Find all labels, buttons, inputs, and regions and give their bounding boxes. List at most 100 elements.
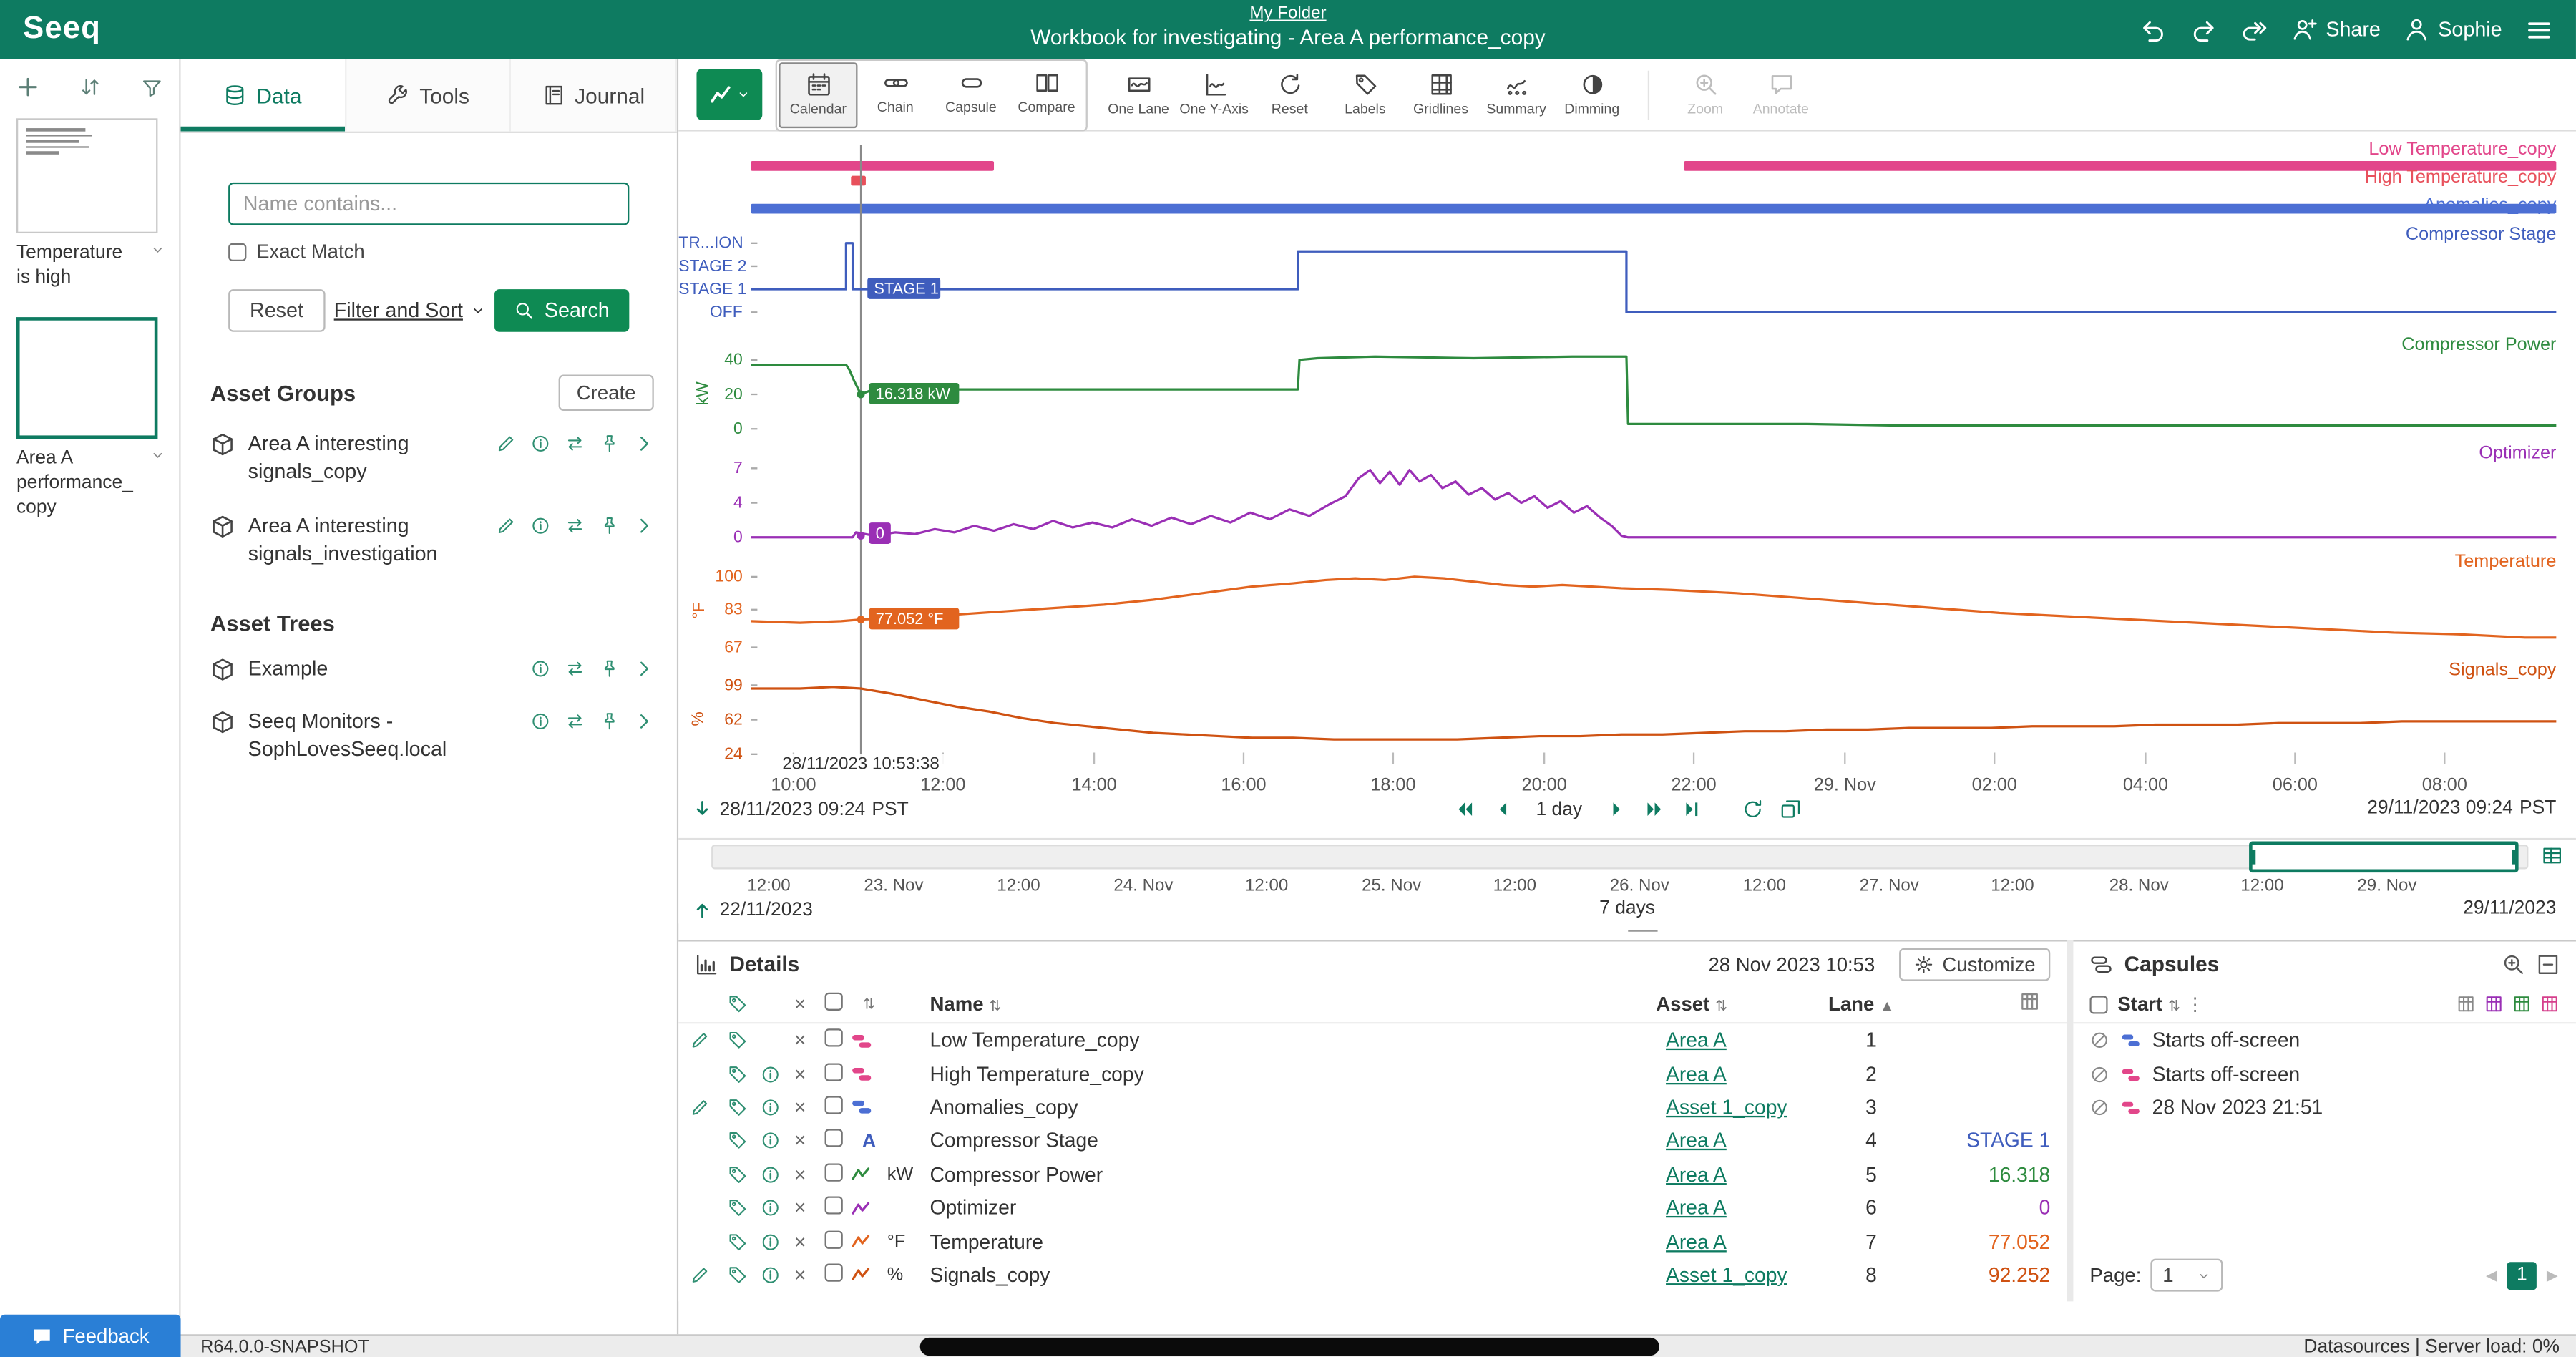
capsule-row[interactable]: Starts off-screen bbox=[2073, 1023, 2576, 1057]
series-label[interactable]: High Temperature_copy bbox=[2365, 167, 2557, 188]
pin-icon[interactable] bbox=[600, 658, 620, 678]
skip-to-start-icon[interactable] bbox=[1454, 799, 1475, 820]
row-checkbox[interactable] bbox=[824, 1096, 841, 1114]
asset-link[interactable]: Area A bbox=[1666, 1129, 1727, 1152]
info-icon[interactable] bbox=[754, 1198, 786, 1218]
info-icon[interactable] bbox=[754, 1265, 786, 1285]
trend-chart[interactable]: STAGE 116.318 kW077.052 °F Low Temperatu… bbox=[678, 132, 2576, 924]
asset-item[interactable]: Area A interesting signals_copy bbox=[210, 417, 654, 499]
panel-divider[interactable] bbox=[2067, 940, 2073, 1301]
page-size-select[interactable]: 1 bbox=[2151, 1259, 2223, 1292]
remove-icon[interactable]: × bbox=[785, 1197, 814, 1220]
series-label[interactable]: Compressor Stage bbox=[2406, 225, 2557, 245]
customize-button[interactable]: Customize bbox=[1900, 948, 2051, 981]
details-table-row[interactable]: × % Signals_copy Asset 1_copy 8 92.252 bbox=[678, 1258, 2067, 1292]
worksheet-thumbnail[interactable] bbox=[16, 118, 157, 233]
range-start-icon[interactable] bbox=[692, 799, 713, 820]
tab-tools[interactable]: Tools bbox=[346, 59, 512, 132]
row-checkbox[interactable] bbox=[824, 1029, 841, 1047]
series-label[interactable]: Signals_copy bbox=[2449, 661, 2556, 681]
details-table-row[interactable]: × High Temperature_copy Area A 2 bbox=[678, 1057, 2067, 1091]
minimize-panel-icon[interactable] bbox=[2537, 952, 2560, 975]
edit-pencil-icon[interactable] bbox=[678, 1265, 719, 1285]
details-table-row[interactable]: × Low Temperature_copy Area A 1 bbox=[678, 1023, 2067, 1057]
pin-icon[interactable] bbox=[600, 515, 620, 535]
worksheet-label[interactable]: Area A performance_copy bbox=[16, 447, 156, 520]
trend-plot[interactable]: STAGE 116.318 kW077.052 °F bbox=[751, 145, 2556, 764]
tag-icon[interactable] bbox=[720, 1232, 754, 1252]
row-checkbox[interactable] bbox=[824, 1263, 841, 1281]
remove-icon[interactable]: × bbox=[785, 1062, 814, 1085]
chevron-right-icon[interactable] bbox=[634, 515, 654, 535]
asset-link[interactable]: Area A bbox=[1666, 1163, 1727, 1186]
feedback-button[interactable]: Feedback bbox=[0, 1315, 181, 1357]
row-checkbox[interactable] bbox=[824, 1163, 841, 1181]
columns-icon[interactable] bbox=[2019, 991, 2041, 1012]
trend-view-button[interactable] bbox=[696, 69, 762, 120]
seeq-logo[interactable]: Seeq bbox=[23, 11, 101, 48]
pin-icon[interactable] bbox=[600, 434, 620, 454]
remove-icon[interactable]: × bbox=[785, 1129, 814, 1152]
details-table-row[interactable]: × kW Compressor Power Area A 5 16.318 bbox=[678, 1158, 2067, 1192]
tag-icon[interactable] bbox=[720, 1064, 754, 1084]
exact-match-option[interactable]: Exact Match bbox=[228, 240, 629, 263]
selection-handle-left[interactable] bbox=[2250, 850, 2255, 865]
asset-link[interactable]: Asset 1_copy bbox=[1666, 1096, 1787, 1119]
capsule-row[interactable]: 28 Nov 2023 21:51 bbox=[2073, 1091, 2576, 1124]
row-checkbox[interactable] bbox=[824, 1062, 841, 1080]
current-page[interactable]: 1 bbox=[2507, 1261, 2537, 1289]
worksheet-label[interactable]: Temperature is high bbox=[16, 241, 156, 291]
series-label[interactable]: Compressor Power bbox=[2401, 335, 2556, 355]
info-icon[interactable] bbox=[754, 1232, 786, 1252]
info-icon[interactable] bbox=[531, 434, 551, 454]
toolbar-calendar-button[interactable]: Calendar bbox=[779, 62, 857, 127]
range-start[interactable]: 28/11/2023 09:24 bbox=[720, 799, 866, 819]
skip-to-end-icon[interactable] bbox=[1681, 799, 1702, 820]
tag-column-icon[interactable] bbox=[720, 994, 754, 1014]
toolbar-one-y-axis-button[interactable]: One Y-Axis bbox=[1176, 63, 1252, 125]
toolbar-capsule-button[interactable]: Capsule bbox=[933, 62, 1009, 124]
remove-icon[interactable]: × bbox=[785, 1096, 814, 1119]
asset-item[interactable]: Area A interesting signals_investigation bbox=[210, 499, 654, 580]
row-checkbox[interactable] bbox=[824, 1197, 841, 1215]
edit-pencil-icon[interactable] bbox=[678, 1031, 719, 1051]
capsule-row[interactable]: Starts off-screen bbox=[2073, 1057, 2576, 1091]
overview-start-icon[interactable] bbox=[692, 899, 713, 920]
tab-journal[interactable]: Journal bbox=[512, 59, 677, 132]
toolbar-gridlines-button[interactable]: Gridlines bbox=[1403, 63, 1479, 125]
lane-column-header[interactable]: Lane ▲ bbox=[1814, 993, 1909, 1016]
capsule-column-preset-icon[interactable] bbox=[2512, 994, 2532, 1014]
details-table-row[interactable]: × A Compressor Stage Area A 4 STAGE 1 bbox=[678, 1124, 2067, 1158]
info-icon[interactable] bbox=[754, 1098, 786, 1118]
toolbar-dimming-button[interactable]: Dimming bbox=[1554, 63, 1630, 125]
series-label[interactable]: Anomalies_copy bbox=[2424, 195, 2556, 215]
overview-options-icon[interactable] bbox=[2542, 845, 2563, 866]
row-checkbox[interactable] bbox=[824, 1129, 841, 1147]
chevron-right-icon[interactable] bbox=[634, 712, 654, 732]
worksheet-thumbnail-selected[interactable] bbox=[16, 317, 157, 439]
fast-forward-icon[interactable] bbox=[1643, 799, 1664, 820]
info-icon[interactable] bbox=[531, 658, 551, 678]
details-table-row[interactable]: × Optimizer Area A 6 0 bbox=[678, 1191, 2067, 1225]
step-forward-icon[interactable] bbox=[1605, 799, 1626, 820]
toolbar-labels-button[interactable]: Labels bbox=[1327, 63, 1403, 125]
range-end[interactable]: 29/11/2023 09:24 bbox=[2367, 799, 2513, 819]
tab-data[interactable]: Data bbox=[181, 59, 346, 132]
info-icon[interactable] bbox=[754, 1064, 786, 1084]
share-button[interactable]: Share bbox=[2291, 16, 2381, 43]
remove-icon[interactable]: × bbox=[785, 1230, 814, 1253]
toolbar-compare-button[interactable]: Compare bbox=[1009, 62, 1085, 124]
series-label[interactable]: Temperature bbox=[2455, 552, 2557, 572]
asset-link[interactable]: Area A bbox=[1666, 1230, 1727, 1253]
name-column-header[interactable]: Name ⇅ bbox=[930, 993, 1656, 1016]
tag-icon[interactable] bbox=[720, 1265, 754, 1285]
capsule-column-preset-icon[interactable] bbox=[2456, 994, 2476, 1014]
pin-icon[interactable] bbox=[600, 712, 620, 732]
redo-icon[interactable] bbox=[2190, 16, 2218, 44]
remove-icon[interactable]: × bbox=[785, 1163, 814, 1186]
chevron-down-icon[interactable] bbox=[150, 447, 166, 463]
redo-all-icon[interactable] bbox=[2240, 16, 2268, 44]
reorder-worksheets-icon[interactable] bbox=[79, 76, 102, 99]
toolbar-summary-button[interactable]: Summary bbox=[1478, 63, 1554, 125]
series-label[interactable]: Low Temperature_copy bbox=[2368, 140, 2556, 160]
